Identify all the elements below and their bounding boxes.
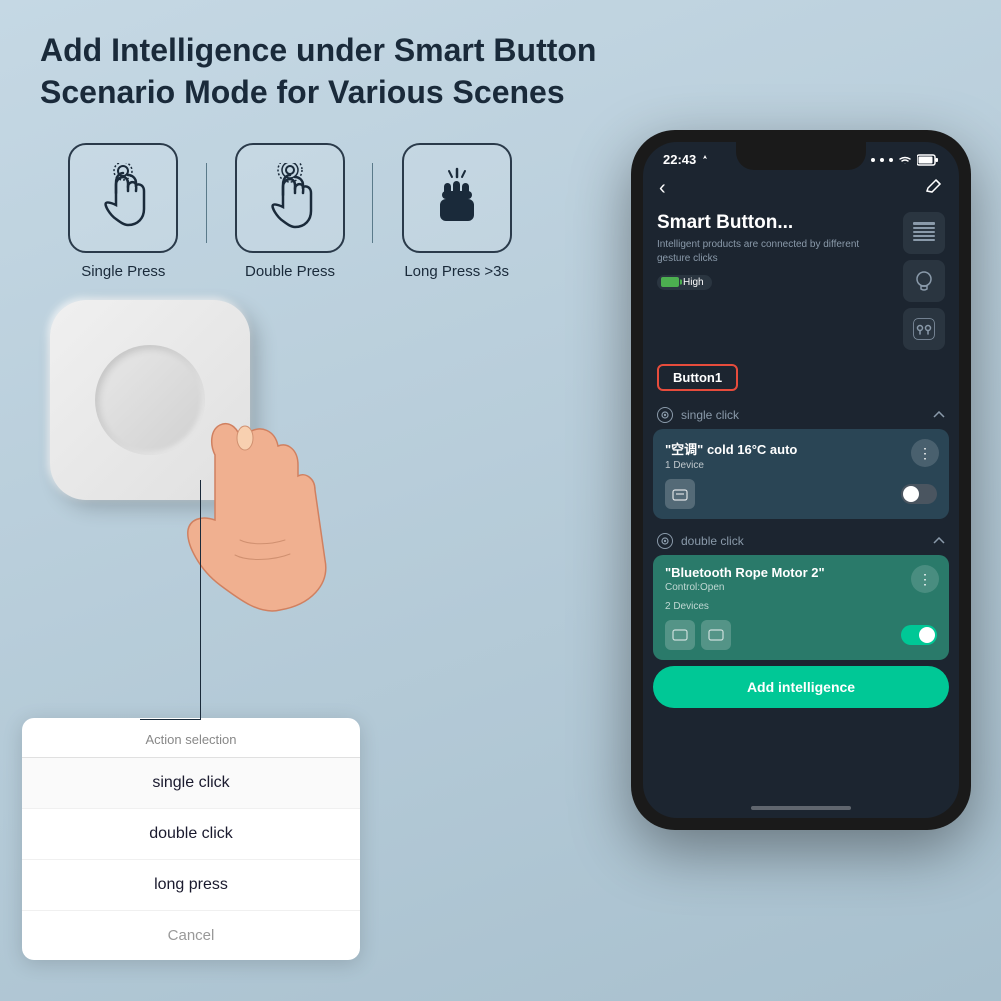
phone-frame: 22:43 [631, 130, 971, 830]
status-time: 22:43 [663, 152, 710, 167]
battery-status-icon [917, 154, 939, 166]
double-click-device-icons [665, 620, 731, 650]
double-click-header: double click [643, 525, 959, 555]
blinds-icon [909, 218, 939, 248]
toggle-knob-2 [919, 627, 935, 643]
edit-button[interactable] [925, 177, 943, 200]
single-click-label: single click [681, 408, 739, 422]
battery-level-icon [661, 277, 679, 287]
single-click-header-left: single click [657, 407, 739, 423]
long-press-label: Long Press >3s [404, 263, 509, 280]
motor-icon-1 [671, 626, 689, 644]
double-click-icon [657, 533, 673, 549]
fingerprint-icon [660, 410, 670, 420]
popup-cancel-button[interactable]: Cancel [22, 911, 360, 960]
double-click-more-btn[interactable]: ⋮ [911, 565, 939, 593]
popup-item-single-click[interactable]: single click [22, 758, 360, 809]
double-click-card-control: Control:Open [665, 582, 937, 593]
nav-bar: ‹ [643, 173, 959, 208]
popup-title: Action selection [22, 718, 360, 757]
main-container: Add Intelligence under Smart Button Scen… [0, 0, 1001, 1001]
motor-icon-2 [707, 626, 725, 644]
device-icon-bulb [903, 260, 945, 302]
long-press-icon [422, 163, 492, 233]
popup-item-long-press[interactable]: long press [22, 860, 360, 911]
single-click-card: ⋮ "空调" cold 16°C auto 1 Device [653, 429, 949, 519]
phone-notch [736, 142, 866, 170]
single-click-section: single click ⋮ "空调" cold 16°C auto 1 Dev… [643, 399, 959, 519]
location-icon [700, 155, 710, 165]
double-press-item: Double Press [207, 143, 374, 280]
single-click-card-device-count: 1 Device [665, 460, 937, 471]
status-icons [871, 154, 939, 166]
outlet-icon [910, 315, 938, 343]
double-press-icon [255, 163, 325, 233]
single-press-icon-box [68, 143, 178, 253]
button-tab-row: Button1 [643, 360, 959, 399]
device-section [30, 300, 350, 620]
single-click-header: single click [643, 399, 959, 429]
double-click-section: double click ⋮ "Bluetooth Rope Motor 2" … [643, 525, 959, 660]
single-click-card-title: "空调" cold 16°C auto [665, 439, 937, 458]
popup-item-double-click[interactable]: double click [22, 809, 360, 860]
device-icon-blinds [903, 212, 945, 254]
back-button[interactable]: ‹ [659, 177, 666, 200]
toggle-knob [903, 486, 919, 502]
edit-pencil-icon [925, 177, 943, 195]
double-click-card-devices [665, 620, 937, 650]
device-icon-small-motor-1 [665, 620, 695, 650]
device-subtitle: Intelligent products are connected by di… [657, 238, 893, 266]
double-click-header-left: double click [657, 533, 744, 549]
page-title: Add Intelligence under Smart Button Scen… [40, 30, 600, 113]
device-icons-right [903, 212, 945, 350]
single-click-more-btn[interactable]: ⋮ [911, 439, 939, 467]
device-icon-small-motor-2 [701, 620, 731, 650]
double-click-card-device-count: 2 Devices [665, 601, 937, 612]
battery-badge: High [657, 275, 712, 290]
battery-level-text: High [683, 277, 704, 288]
add-intelligence-button[interactable]: Add intelligence [653, 666, 949, 708]
double-click-card: ⋮ "Bluetooth Rope Motor 2" Control:Open … [653, 555, 949, 660]
wifi-icon [898, 155, 912, 165]
finger-svg [160, 400, 360, 660]
home-bar [751, 806, 851, 810]
bulb-icon [910, 267, 938, 295]
device-name: Smart Button... [657, 212, 893, 234]
single-press-label: Single Press [81, 263, 165, 280]
phone-container: 22:43 [631, 130, 971, 830]
double-click-toggle[interactable] [901, 625, 937, 645]
signal-dot-3 [889, 158, 893, 162]
signal-dot-1 [871, 158, 875, 162]
device-info-section: Smart Button... Intelligent products are… [643, 208, 959, 360]
connector-line [200, 480, 201, 720]
finger-area [160, 400, 380, 680]
ac-icon [671, 485, 689, 503]
button1-tab[interactable]: Button1 [657, 364, 738, 391]
long-press-item: Long Press >3s [373, 143, 540, 280]
long-press-icon-box [402, 143, 512, 253]
press-types-row: Single Press Double Press [40, 143, 540, 280]
double-press-icon-box [235, 143, 345, 253]
device-info-left: Smart Button... Intelligent products are… [657, 212, 893, 350]
device-icon-outlet [903, 308, 945, 350]
double-click-collapse-icon[interactable] [933, 537, 945, 545]
single-press-icon [88, 163, 158, 233]
double-press-label: Double Press [245, 263, 335, 280]
single-click-card-devices [665, 479, 937, 509]
signal-dot-2 [880, 158, 884, 162]
double-click-card-title: "Bluetooth Rope Motor 2" [665, 565, 937, 580]
phone-screen: 22:43 [643, 142, 959, 818]
double-click-label: double click [681, 534, 744, 548]
single-click-device-icons [665, 479, 695, 509]
single-click-collapse-icon[interactable] [933, 411, 945, 419]
action-popup: Action selection single click double cli… [22, 718, 360, 960]
single-click-icon [657, 407, 673, 423]
single-click-toggle[interactable] [901, 484, 937, 504]
double-fingerprint-icon [660, 536, 670, 546]
device-icon-small-ac [665, 479, 695, 509]
single-press-item: Single Press [40, 143, 207, 280]
